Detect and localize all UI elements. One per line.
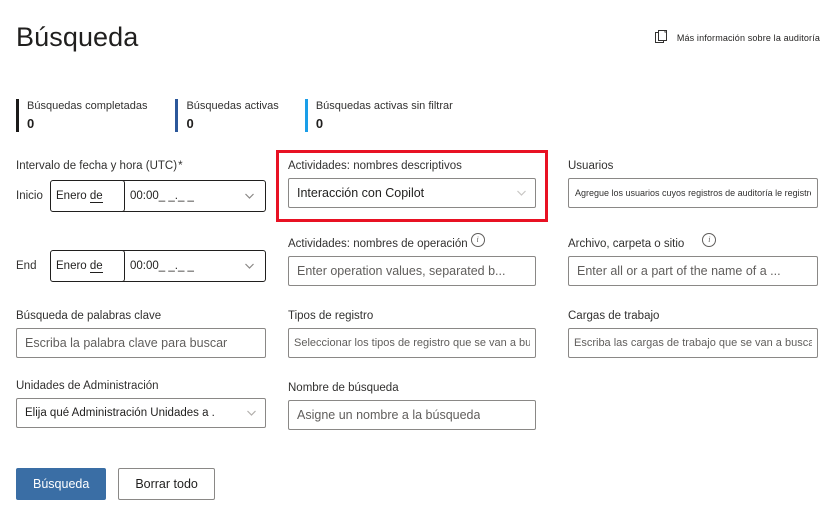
- keyword-search-placeholder: Escriba la palabra clave para buscar: [25, 336, 228, 350]
- form-actions: Búsqueda Borrar todo: [16, 468, 215, 500]
- users-input[interactable]: Agregue los usuarios cuyos registros de …: [568, 178, 818, 208]
- search-name-placeholder: Asigne un nombre a la búsqueda: [297, 408, 481, 422]
- file-folder-site-group: Archivo, carpeta o sitio i Enter all or …: [568, 233, 818, 286]
- chevron-down-icon: [516, 188, 527, 199]
- start-date-input[interactable]: Enero de: [50, 180, 125, 212]
- activities-friendly-names-label: Actividades: nombres descriptivos: [288, 160, 462, 172]
- users-group: Usuarios Agregue los usuarios cuyos regi…: [568, 158, 818, 208]
- activities-friendly-names-group: Actividades: nombres descriptivos Intera…: [288, 158, 536, 208]
- date-range-label: Intervalo de fecha y hora (UTC) *: [16, 158, 266, 174]
- stat-value: 0: [27, 116, 35, 131]
- admin-units-value: Elija qué Administración Unidades a .: [25, 407, 215, 419]
- keyword-search-label: Búsqueda de palabras clave: [16, 310, 162, 322]
- activities-operation-names-label: Actividades: nombres de operación i: [288, 233, 536, 252]
- start-date-month: Enero: [56, 190, 87, 202]
- stat-title: Búsquedas activas sin filtrar: [315, 100, 453, 112]
- users-placeholder: Agregue los usuarios cuyos registros de …: [575, 188, 811, 198]
- audit-help-link[interactable]: Más información sobre la auditoría: [654, 30, 820, 45]
- stat-card-active-unfiltered-searches[interactable]: Búsquedas activas sin filtrar 0: [304, 99, 463, 132]
- record-types-input[interactable]: Seleccionar los tipos de registro que se…: [288, 328, 536, 358]
- file-folder-site-label: Archivo, carpeta o sitio i: [568, 233, 818, 252]
- end-time-value: 00:00_ _._ _: [130, 260, 194, 272]
- search-name-group: Nombre de búsqueda Asigne un nombre a la…: [288, 380, 536, 430]
- documents-copy-icon: [654, 30, 670, 45]
- workloads-label: Cargas de trabajo: [568, 310, 660, 322]
- info-circle-icon[interactable]: i: [470, 233, 485, 247]
- activities-operation-names-placeholder: Enter operation values, separated b...: [297, 264, 506, 278]
- workloads-placeholder: Escriba las cargas de trabajo que se van…: [574, 337, 812, 349]
- file-folder-site-placeholder: Enter all or a part of the name of a ...: [577, 264, 781, 278]
- form-column-left: Intervalo de fecha y hora (UTC) * Inicio…: [16, 158, 266, 442]
- activities-operation-names-label-text: Actividades: nombres de operación: [288, 238, 468, 250]
- start-row-label: Inicio: [16, 190, 43, 202]
- start-time-input[interactable]: 00:00_ _._ _: [119, 180, 266, 212]
- chevron-down-icon: [244, 261, 255, 272]
- stat-indicator-bar: [16, 99, 19, 132]
- activities-friendly-names-value: Interacción con Copilot: [297, 186, 425, 200]
- form-column-middle: Actividades: nombres descriptivos Intera…: [288, 158, 536, 444]
- date-range-start-row: Inicio Enero de 00:00_ _._ _: [16, 180, 266, 212]
- file-folder-site-label-text: Archivo, carpeta o sitio: [568, 238, 685, 250]
- stat-indicator-bar: [304, 99, 308, 132]
- date-range-group: Intervalo de fecha y hora (UTC) * Inicio…: [16, 158, 266, 282]
- start-time-value: 00:00_ _._ _: [130, 190, 194, 202]
- record-types-placeholder: Seleccionar los tipos de registro que se…: [294, 337, 530, 349]
- stat-title: Búsquedas activas: [186, 100, 279, 112]
- admin-units-group: Unidades de Administración Elija qué Adm…: [16, 378, 266, 428]
- workloads-group: Cargas de trabajo Escriba las cargas de …: [568, 308, 818, 358]
- date-range-label-text: Intervalo de fecha y hora (UTC): [16, 160, 178, 172]
- keyword-search-group: Búsqueda de palabras clave Escriba la pa…: [16, 308, 266, 358]
- record-types-group: Tipos de registro Seleccionar los tipos …: [288, 308, 536, 358]
- stat-indicator-bar: [175, 99, 179, 132]
- clear-all-button[interactable]: Borrar todo: [118, 468, 215, 500]
- activities-friendly-names-field[interactable]: Interacción con Copilot: [288, 178, 536, 208]
- stat-title: Búsquedas completadas: [27, 100, 148, 112]
- stats-strip: Búsquedas completadas 0 Búsquedas activa…: [16, 99, 463, 132]
- stat-card-active-searches[interactable]: Búsquedas activas 0: [175, 99, 304, 132]
- admin-units-label: Unidades de Administración: [16, 380, 159, 392]
- search-button[interactable]: Búsqueda: [16, 468, 107, 500]
- stat-card-completed-searches[interactable]: Búsquedas completadas 0: [16, 99, 175, 132]
- end-date-input[interactable]: Enero de: [50, 250, 125, 282]
- end-date-connector: de: [89, 259, 103, 273]
- search-name-label: Nombre de búsqueda: [288, 382, 399, 394]
- file-folder-site-input[interactable]: Enter all or a part of the name of a ...: [568, 256, 818, 286]
- end-time-input[interactable]: 00:00_ _._ _: [119, 250, 266, 282]
- chevron-down-icon: [246, 408, 257, 419]
- record-types-label: Tipos de registro: [288, 310, 374, 322]
- search-name-input[interactable]: Asigne un nombre a la búsqueda: [288, 400, 536, 430]
- users-label: Usuarios: [568, 160, 614, 172]
- stat-value: 0: [186, 116, 194, 131]
- audit-help-link-label: Más información sobre la auditoría: [676, 32, 820, 43]
- admin-units-dropdown[interactable]: Elija qué Administración Unidades a .: [16, 398, 266, 428]
- activities-operation-names-input[interactable]: Enter operation values, separated b...: [288, 256, 536, 286]
- required-marker: *: [178, 160, 183, 172]
- chevron-down-icon: [244, 191, 255, 202]
- page-title: Búsqueda: [16, 22, 139, 52]
- info-circle-icon[interactable]: i: [702, 233, 717, 247]
- date-range-end-row: End Enero de 00:00_ _._ _: [16, 250, 266, 282]
- keyword-search-input[interactable]: Escriba la palabra clave para buscar: [16, 328, 266, 358]
- end-date-month: Enero: [56, 260, 87, 272]
- form-column-right: Usuarios Agregue los usuarios cuyos regi…: [568, 158, 818, 372]
- end-row-label: End: [16, 260, 37, 272]
- workloads-input[interactable]: Escriba las cargas de trabajo que se van…: [568, 328, 818, 358]
- activities-operation-names-group: Actividades: nombres de operación i Ente…: [288, 233, 536, 286]
- start-date-connector: de: [89, 189, 103, 203]
- stat-value: 0: [315, 116, 324, 131]
